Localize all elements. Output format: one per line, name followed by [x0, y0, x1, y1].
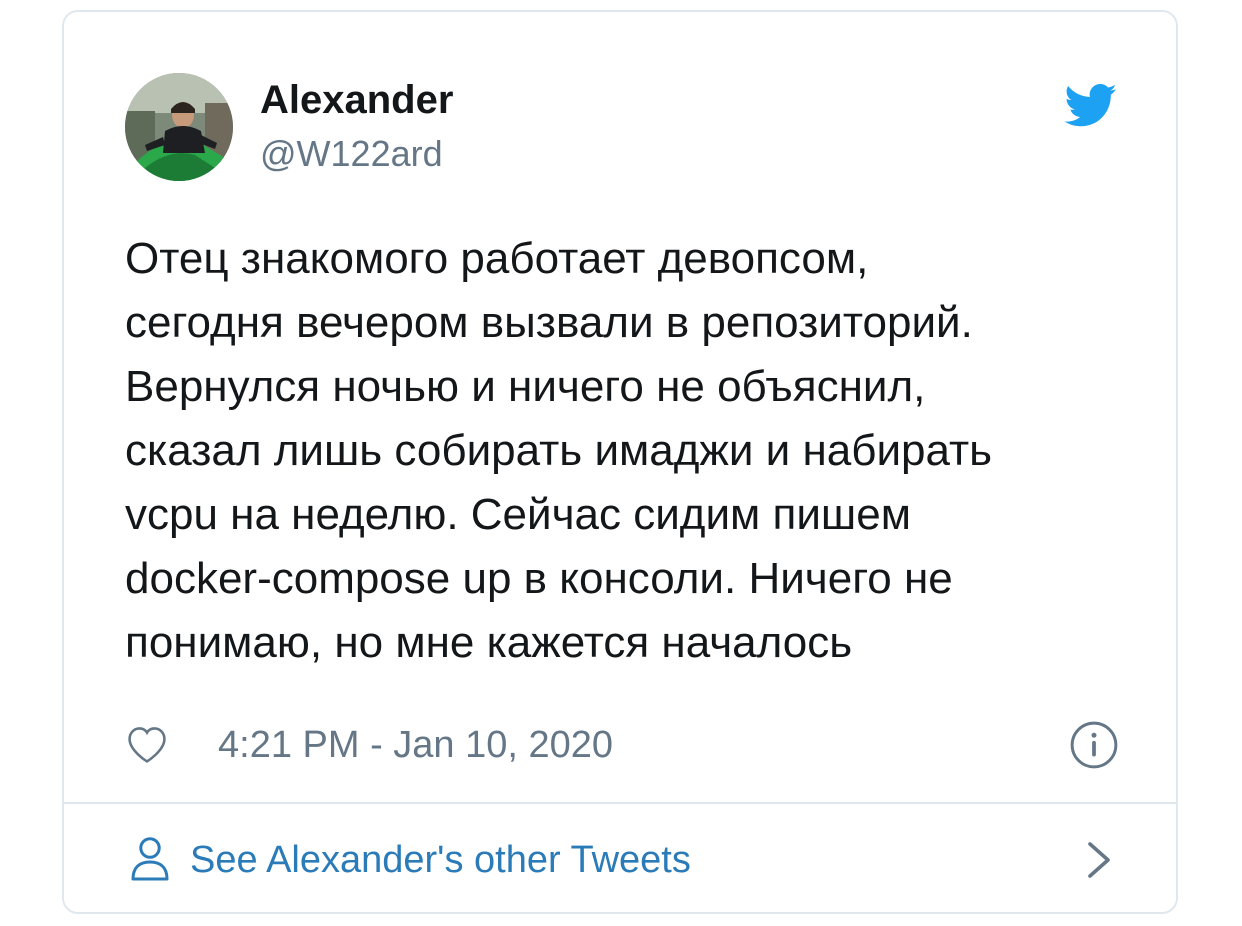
author-handle[interactable]: @W122ard — [260, 132, 443, 176]
chevron-right-icon[interactable] — [1084, 840, 1114, 880]
twitter-bird-icon[interactable] — [1064, 84, 1118, 128]
see-other-tweets-link[interactable]: See Alexander's other Tweets — [64, 804, 1176, 914]
tweet-meta: 4:21 PM - Jan 10, 2020 — [125, 717, 1125, 771]
tweet-timestamp[interactable]: 4:21 PM - Jan 10, 2020 — [218, 723, 613, 767]
tweet-text: Отец знакомого работает девопсом, сегодн… — [125, 234, 993, 667]
person-icon — [130, 836, 170, 882]
info-icon[interactable] — [1069, 720, 1119, 770]
author-name[interactable]: Alexander — [260, 76, 453, 124]
avatar-photo — [125, 73, 233, 181]
see-other-tweets-label[interactable]: See Alexander's other Tweets — [190, 837, 691, 883]
tweet-card: Alexander @W122ard Отец знакомого работа… — [62, 10, 1178, 914]
avatar[interactable] — [125, 73, 233, 181]
heart-icon[interactable] — [125, 723, 169, 765]
